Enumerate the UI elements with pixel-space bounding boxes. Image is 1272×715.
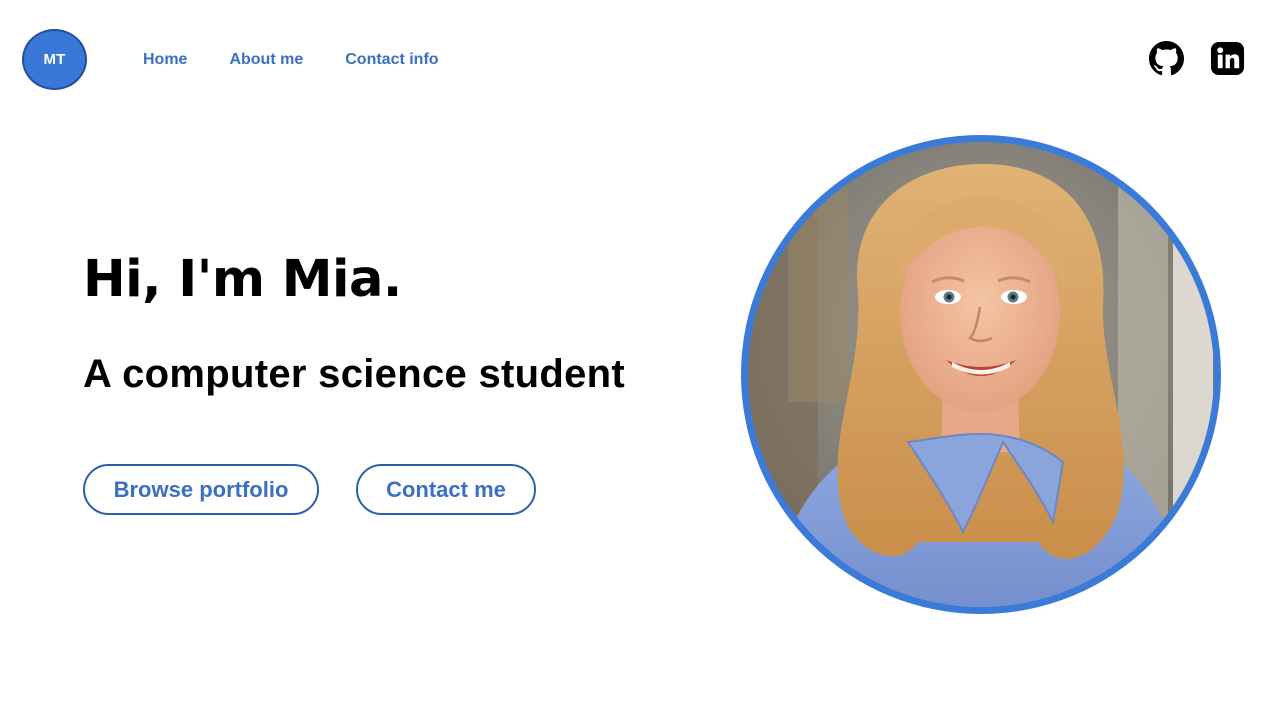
github-icon[interactable] xyxy=(1149,41,1184,76)
portrait-illustration xyxy=(748,142,1214,607)
hero-title: Hi, I'm Mia. xyxy=(83,250,402,309)
nav-about-link[interactable]: About me xyxy=(229,50,303,70)
browse-portfolio-button[interactable]: Browse portfolio xyxy=(83,464,319,515)
social-links xyxy=(1149,41,1245,76)
logo-badge[interactable]: MT xyxy=(22,29,87,90)
nav-home-link[interactable]: Home xyxy=(143,50,187,70)
nav-contact-info-link[interactable]: Contact info xyxy=(345,50,438,70)
page: MT Home About me Contact info Hi, I'm Mi… xyxy=(0,0,1272,715)
linkedin-icon[interactable] xyxy=(1210,41,1245,76)
logo-initials: MT xyxy=(43,51,66,68)
hero-subtitle: A computer science student xyxy=(83,352,625,396)
contact-me-button[interactable]: Contact me xyxy=(356,464,536,515)
profile-photo xyxy=(741,135,1221,614)
main-nav: Home About me Contact info xyxy=(143,50,481,70)
